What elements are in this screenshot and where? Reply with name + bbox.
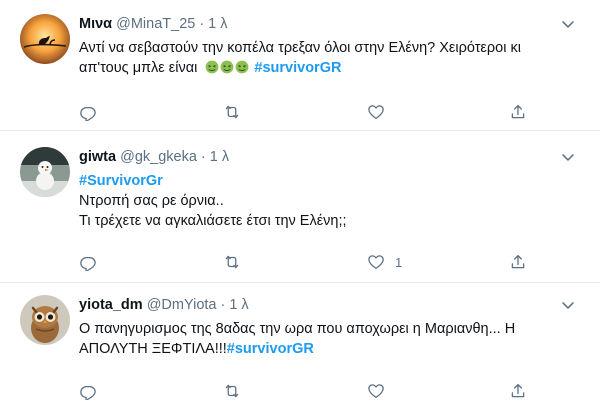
tweet-text: Αντί να σεβαστούν την κοπέλα τρεξαν όλοι…	[79, 38, 586, 78]
separator-dot: ·	[199, 16, 205, 32]
share-icon	[509, 382, 527, 400]
tweet-text: Ο πανηγυρισμος της 8αδας την ωρα που απο…	[79, 319, 586, 359]
tweet-actions	[79, 381, 529, 401]
tweet-header: giwta @gk_gkeka · 1 λ	[79, 147, 586, 167]
timestamp[interactable]: 1 λ	[210, 149, 229, 165]
retweet-icon	[223, 382, 241, 400]
share-button[interactable]	[509, 252, 527, 272]
retweet-button[interactable]	[223, 102, 251, 122]
chevron-down-icon[interactable]	[558, 14, 578, 34]
tweet-body: yiota_dm @DmYiota · 1 λ Ο πανηγυρισμος της…	[79, 295, 586, 359]
tweet-body: Μινα @MinaT_25 · 1 λ Αντί να σεβαστούν την…	[79, 14, 586, 78]
owl-avatar[interactable]	[20, 295, 70, 345]
tweet-body: giwta @gk_gkeka · 1 λ #SurvivorGr Ντροπή σ…	[79, 147, 586, 231]
tweet-mina[interactable]: Μινα @MinaT_25 · 1 λ Αντί να σεβαστούν την…	[0, 0, 600, 131]
tweet-line: Αντί να σεβαστούν την κοπέλα τρεξαν όλοι…	[79, 40, 521, 56]
tweet-line: Τι τρέχετε να αγκαλιάσετε έτσι την Ελένη…	[79, 213, 347, 229]
reply-button[interactable]	[79, 102, 107, 122]
heart-icon	[367, 103, 385, 121]
tweet-text: #SurvivorGr Ντροπή σας ρε όρνια.. Τι τρέ…	[79, 171, 586, 231]
timestamp[interactable]: 1 λ	[208, 16, 227, 32]
reply-icon	[79, 253, 97, 271]
tweet-yiota[interactable]: yiota_dm @DmYiota · 1 λ Ο πανηγυρισμος της…	[0, 283, 600, 411]
separator-dot: ·	[220, 297, 226, 313]
hashtag-link[interactable]: #SurvivorGr	[79, 173, 163, 189]
like-button[interactable]	[367, 102, 395, 122]
retweet-button[interactable]	[223, 381, 251, 401]
reply-button[interactable]	[79, 252, 107, 272]
nauseated-face-emoji	[205, 60, 250, 76]
share-icon	[509, 253, 527, 271]
tweet-line: ΑΠΟΛΥΤΗ ΞΕΦΤΙΛΑ!!!	[79, 341, 227, 357]
display-name[interactable]: yiota_dm	[79, 297, 143, 313]
hashtag-link[interactable]: #survivorGR	[254, 60, 341, 76]
reply-icon	[79, 103, 97, 121]
share-button[interactable]	[509, 102, 527, 122]
tweet-actions	[79, 102, 529, 122]
user-handle[interactable]: @MinaT_25	[116, 16, 195, 32]
tweet-line: Ο πανηγυρισμος της 8αδας την ωρα που απο…	[79, 321, 516, 337]
share-button[interactable]	[509, 381, 527, 401]
tweet-line: απ'τους μπλε είναι	[79, 60, 198, 76]
timestamp[interactable]: 1 λ	[229, 297, 248, 313]
tweet-header: yiota_dm @DmYiota · 1 λ	[79, 295, 586, 315]
like-count: 1	[395, 254, 403, 270]
reply-icon	[79, 382, 97, 400]
retweet-button[interactable]	[223, 252, 251, 272]
reply-button[interactable]	[79, 381, 107, 401]
like-button[interactable]: 1	[367, 252, 402, 272]
retweet-icon	[223, 103, 241, 121]
tweet-header: Μινα @MinaT_25 · 1 λ	[79, 14, 586, 34]
heart-icon	[367, 253, 385, 271]
hashtag-link[interactable]: #survivorGR	[227, 341, 314, 357]
tweet-line: Ντροπή σας ρε όρνια..	[79, 193, 224, 209]
heart-icon	[367, 382, 385, 400]
chevron-down-icon[interactable]	[558, 295, 578, 315]
display-name[interactable]: Μινα	[79, 16, 112, 32]
timeline: Μινα @MinaT_25 · 1 λ Αντί να σεβαστούν την…	[0, 0, 600, 411]
snowman-avatar[interactable]	[20, 147, 70, 197]
chevron-down-icon[interactable]	[558, 147, 578, 167]
tweet-giwta[interactable]: giwta @gk_gkeka · 1 λ #SurvivorGr Ντροπή σ…	[0, 131, 600, 283]
user-handle[interactable]: @DmYiota	[147, 297, 217, 313]
bird-on-branch-avatar[interactable]	[20, 14, 70, 64]
display-name[interactable]: giwta	[79, 149, 116, 165]
retweet-icon	[223, 253, 241, 271]
tweet-actions: 1	[79, 252, 529, 272]
user-handle[interactable]: @gk_gkeka	[120, 149, 197, 165]
like-button[interactable]	[367, 381, 395, 401]
share-icon	[509, 103, 527, 121]
separator-dot: ·	[200, 149, 206, 165]
